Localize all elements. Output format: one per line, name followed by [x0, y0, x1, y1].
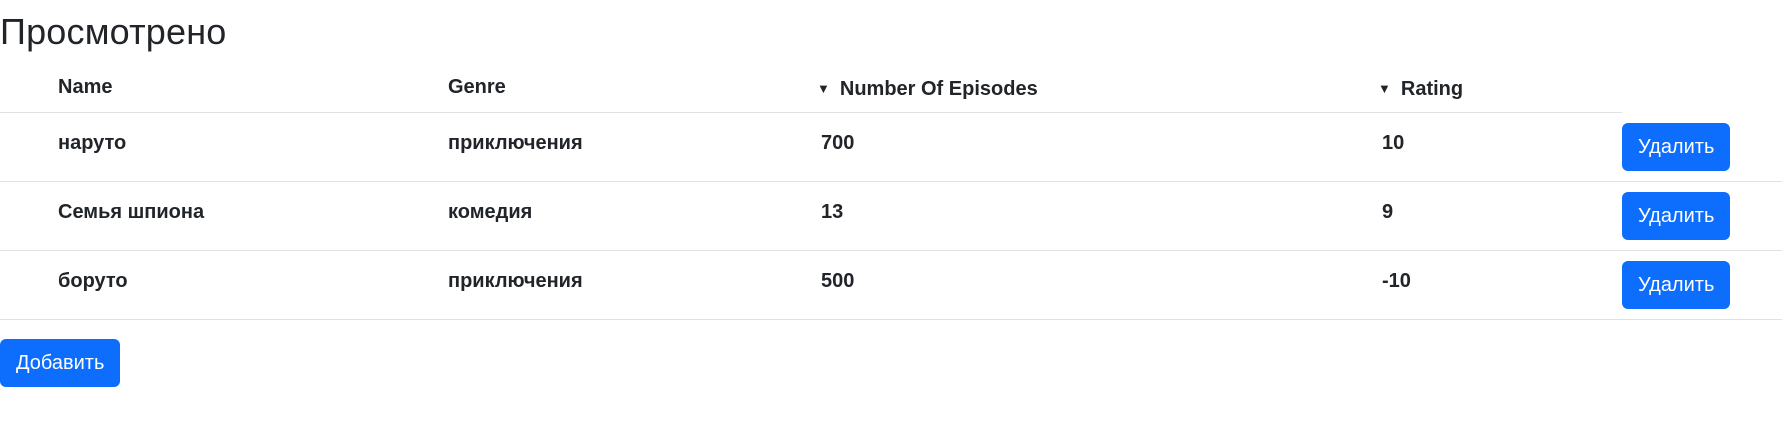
table-row: боруто приключения 500 -10 Удалить	[0, 250, 1782, 320]
cell-genre: приключения	[448, 250, 821, 320]
watched-table: Name Genre ▼ Number Of Episodes ▼ Rating	[0, 67, 1782, 320]
add-button[interactable]: Добавить	[0, 339, 121, 387]
table-header: Name Genre ▼ Number Of Episodes ▼ Rating	[0, 67, 1782, 113]
cell-action: Удалить	[1622, 250, 1782, 320]
cell-genre: комедия	[448, 181, 821, 251]
table-row: наруто приключения 700 10 Удалить	[0, 112, 1782, 182]
column-header-name: Name	[58, 67, 448, 113]
column-header-genre: Genre	[448, 67, 821, 113]
sort-rating-toggle[interactable]: ▼ Rating	[1378, 69, 1464, 109]
header-action-spacer	[1622, 67, 1782, 113]
cell-genre-text: приключения	[448, 132, 583, 154]
cell-episodes: 13	[821, 181, 1382, 251]
delete-button[interactable]: Удалить	[1622, 192, 1731, 240]
cell-name-text: боруто	[58, 270, 128, 292]
page-title: Просмотрено	[0, 11, 227, 52]
sort-episodes-toggle[interactable]: ▼ Number Of Episodes	[817, 69, 1038, 109]
row-spacer	[0, 112, 58, 182]
cell-rating: 9	[1382, 181, 1622, 251]
cell-rating: -10	[1382, 250, 1622, 320]
column-header-rating-label: Rating	[1400, 78, 1464, 100]
sort-down-icon[interactable]: ▼	[817, 69, 830, 109]
header-row: Name Genre ▼ Number Of Episodes ▼ Rating	[0, 67, 1782, 113]
cell-rating-text: -10	[1382, 270, 1411, 292]
cell-name: боруто	[58, 250, 448, 320]
cell-episodes: 700	[821, 112, 1382, 182]
cell-action: Удалить	[1622, 112, 1782, 182]
cell-name: наруто	[58, 112, 448, 182]
cell-name: Семья шпиона	[58, 181, 448, 251]
cell-name-text: наруто	[58, 132, 127, 154]
column-header-rating[interactable]: ▼ Rating	[1378, 67, 1622, 113]
row-spacer	[0, 181, 58, 251]
cell-rating-text: 10	[1382, 132, 1405, 154]
watched-page: Просмотрено Name Genre ▼ Number Of Episo…	[0, 0, 1782, 432]
cell-genre-text: комедия	[448, 201, 533, 223]
cell-episodes-text: 700	[821, 132, 855, 154]
cell-action: Удалить	[1622, 181, 1782, 251]
delete-button[interactable]: Удалить	[1622, 122, 1731, 171]
cell-name-text: Семья шпиона	[58, 201, 205, 223]
cell-episodes: 500	[821, 250, 1382, 320]
sort-down-icon[interactable]: ▼	[1378, 69, 1391, 109]
cell-genre-text: приключения	[448, 270, 583, 292]
delete-button[interactable]: Удалить	[1622, 261, 1731, 309]
table-row: Семья шпиона комедия 13 9 Удалить	[0, 181, 1782, 251]
column-header-episodes-label: Number Of Episodes	[839, 78, 1038, 100]
column-header-episodes[interactable]: ▼ Number Of Episodes	[817, 67, 1382, 113]
cell-genre: приключения	[448, 112, 821, 182]
cell-episodes-text: 500	[821, 270, 855, 292]
cell-episodes-text: 13	[821, 201, 844, 223]
cell-rating: 10	[1382, 112, 1622, 182]
cell-rating-text: 9	[1382, 201, 1394, 223]
table-body: наруто приключения 700 10 Удалить Семья …	[0, 112, 1782, 320]
row-spacer	[0, 250, 58, 320]
header-spacer	[0, 67, 58, 113]
